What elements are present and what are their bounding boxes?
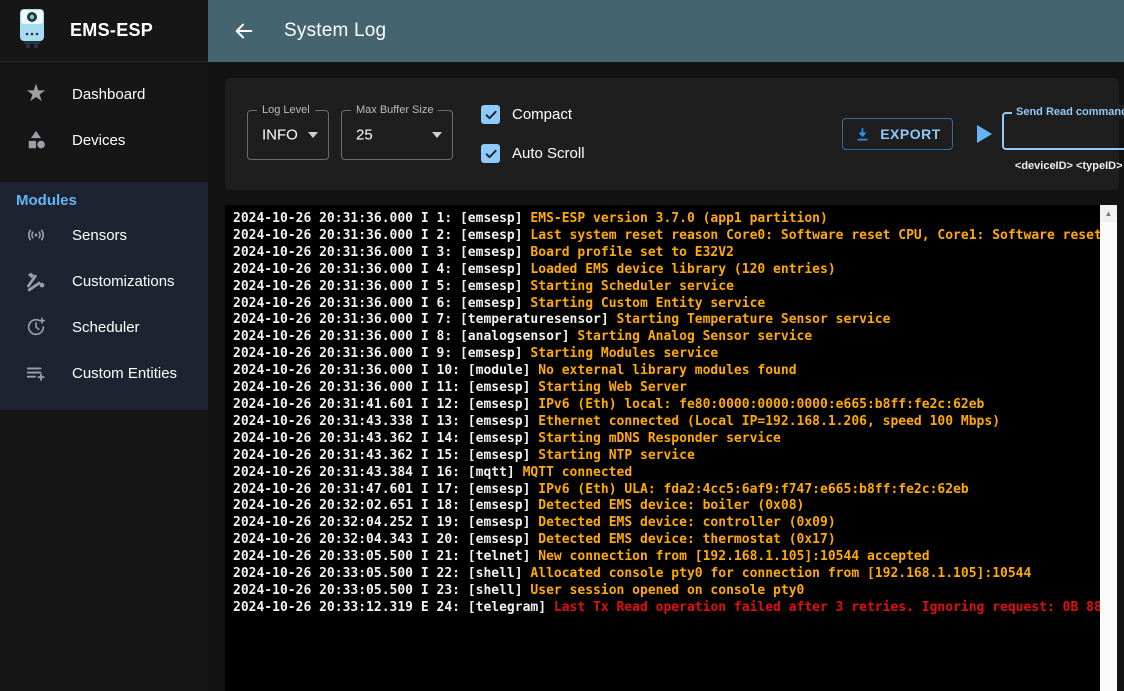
send-command-play-icon[interactable] xyxy=(977,125,992,143)
sidebar-item-label: Sensors xyxy=(72,227,127,244)
log-line: 2024-10-26 20:31:36.000 I 5: [emsesp] St… xyxy=(233,279,1100,296)
log-line: 2024-10-26 20:31:43.362 I 15: [emsesp] S… xyxy=(233,448,1100,465)
log-line: 2024-10-26 20:31:41.601 I 12: [emsesp] I… xyxy=(233,397,1100,414)
log-line: 2024-10-26 20:32:02.651 I 18: [emsesp] D… xyxy=(233,498,1100,515)
chevron-down-icon xyxy=(432,132,442,138)
system-log-console[interactable]: 2024-10-26 20:31:36.000 I 1: [emsesp] EM… xyxy=(225,205,1100,691)
schedule-add-icon xyxy=(24,315,48,339)
auto-scroll-checkbox-label: Auto Scroll xyxy=(512,145,585,162)
log-line: 2024-10-26 20:33:05.500 I 22: [shell] Al… xyxy=(233,566,1100,583)
sidebar-item-label: Customizations xyxy=(72,273,175,290)
compact-checkbox[interactable]: Compact xyxy=(481,105,572,124)
log-line: 2024-10-26 20:31:43.362 I 14: [emsesp] S… xyxy=(233,431,1100,448)
sidebar-item-customizations[interactable]: Customizations xyxy=(0,258,208,304)
log-line: 2024-10-26 20:31:36.000 I 10: [module] N… xyxy=(233,363,1100,380)
sidebar-item-sensors[interactable]: Sensors xyxy=(0,212,208,258)
log-line: 2024-10-26 20:31:47.601 I 17: [emsesp] I… xyxy=(233,482,1100,499)
send-read-command-helper: <deviceID> <typeID> [offset] [len] xyxy=(1002,160,1124,172)
sidebar-item-devices[interactable]: Devices xyxy=(0,117,208,163)
log-line: 2024-10-26 20:31:36.000 I 9: [emsesp] St… xyxy=(233,346,1100,363)
back-arrow-icon[interactable] xyxy=(232,19,256,43)
log-line: 2024-10-26 20:31:36.000 I 8: [analogsens… xyxy=(233,329,1100,346)
log-line: 2024-10-26 20:31:36.000 I 7: [temperatur… xyxy=(233,312,1100,329)
max-buffer-label: Max Buffer Size xyxy=(351,103,438,117)
category-icon xyxy=(24,128,48,152)
log-line: 2024-10-26 20:32:04.343 I 20: [emsesp] D… xyxy=(233,532,1100,549)
checkbox-checked-icon xyxy=(481,105,500,124)
log-line: 2024-10-26 20:31:43.384 I 16: [mqtt] MQT… xyxy=(233,465,1100,482)
sidebar: EMS-ESP ★ Dashboard Devices Modules xyxy=(0,0,208,691)
app-logo-block: EMS-ESP xyxy=(0,0,208,62)
log-line: 2024-10-26 20:33:05.500 I 23: [shell] Us… xyxy=(233,583,1100,600)
log-line: 2024-10-26 20:31:36.000 I 2: [emsesp] La… xyxy=(233,228,1100,245)
sidebar-item-label: Custom Entities xyxy=(72,365,177,382)
download-icon xyxy=(854,126,871,143)
compact-checkbox-label: Compact xyxy=(512,106,572,123)
log-line: 2024-10-26 20:32:04.252 I 19: [emsesp] D… xyxy=(233,515,1100,532)
max-buffer-value: 25 xyxy=(356,127,373,144)
scrollbar-up-arrow-icon[interactable]: ▲ xyxy=(1100,205,1117,222)
log-level-value: INFO xyxy=(262,127,298,144)
app-title: EMS-ESP xyxy=(70,20,153,41)
send-read-command-input[interactable] xyxy=(1008,116,1124,146)
log-controls-card: Log Level INFO Max Buffer Size 25 Compac… xyxy=(225,78,1119,190)
chevron-down-icon xyxy=(308,132,318,138)
boiler-logo-icon xyxy=(16,7,48,54)
sensors-icon xyxy=(24,223,48,247)
log-line: 2024-10-26 20:33:05.500 I 21: [telnet] N… xyxy=(233,549,1100,566)
log-line: 2024-10-26 20:31:36.000 I 4: [emsesp] Lo… xyxy=(233,262,1100,279)
playlist-add-icon xyxy=(24,361,48,385)
appbar: System Log xyxy=(208,0,1124,62)
sidebar-item-label: Dashboard xyxy=(72,86,145,103)
export-button[interactable]: EXPORT xyxy=(842,118,953,150)
log-line: 2024-10-26 20:31:36.000 I 11: [emsesp] S… xyxy=(233,380,1100,397)
sidebar-item-custom-entities[interactable]: Custom Entities xyxy=(0,350,208,396)
log-line: 2024-10-26 20:31:36.000 I 1: [emsesp] EM… xyxy=(233,211,1100,228)
max-buffer-select[interactable]: Max Buffer Size 25 xyxy=(341,110,453,160)
modules-section: Modules Sensors xyxy=(0,182,208,410)
auto-scroll-checkbox[interactable]: Auto Scroll xyxy=(481,144,585,163)
log-level-label: Log Level xyxy=(257,103,315,117)
console-scrollbar[interactable]: ▲ xyxy=(1100,205,1117,691)
modules-section-header: Modules xyxy=(0,182,208,212)
sidebar-item-label: Scheduler xyxy=(72,319,140,336)
sidebar-item-label: Devices xyxy=(72,132,125,149)
send-read-command-field: Send Read command xyxy=(1002,112,1124,150)
sidebar-item-scheduler[interactable]: Scheduler xyxy=(0,304,208,350)
sidebar-item-dashboard[interactable]: ★ Dashboard xyxy=(0,71,208,117)
construction-icon xyxy=(24,269,48,293)
log-line: 2024-10-26 20:33:12.319 E 24: [telegram]… xyxy=(233,600,1100,617)
star-icon: ★ xyxy=(24,82,48,106)
log-line: 2024-10-26 20:31:36.000 I 3: [emsesp] Bo… xyxy=(233,245,1100,262)
checkbox-checked-icon xyxy=(481,144,500,163)
log-line: 2024-10-26 20:31:36.000 I 6: [emsesp] St… xyxy=(233,296,1100,313)
log-level-select[interactable]: Log Level INFO xyxy=(247,110,329,160)
export-button-label: EXPORT xyxy=(880,126,941,142)
log-line: 2024-10-26 20:31:43.338 I 13: [emsesp] E… xyxy=(233,414,1100,431)
page-title: System Log xyxy=(284,20,386,42)
